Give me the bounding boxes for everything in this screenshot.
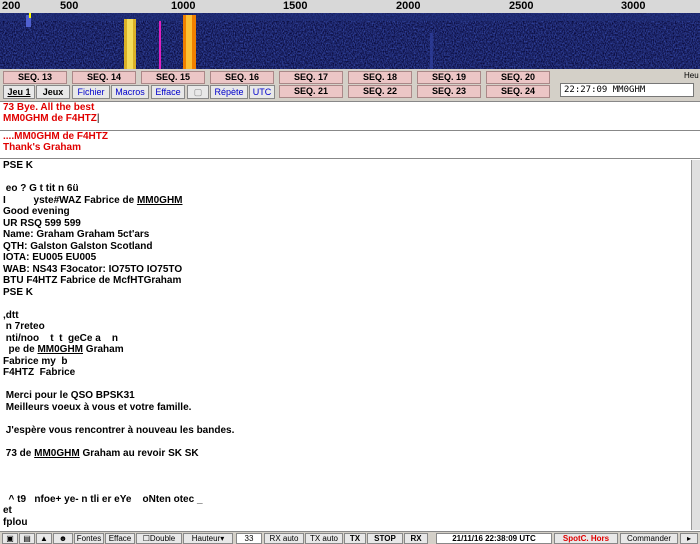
rx-line: Fabrice my b <box>3 355 68 367</box>
commander-button[interactable]: Commander <box>620 533 678 544</box>
tx-text-area[interactable]: 73 Bye. All the best MM0GHM de F4HTZ| <box>0 101 700 131</box>
repete-button[interactable]: Répète <box>210 85 248 99</box>
macro-line: ....MM0GHM de F4HTZ <box>3 131 108 142</box>
ruler-tick: 1000 <box>171 0 196 12</box>
stop-button[interactable]: STOP <box>367 533 403 544</box>
ruler-tick: 500 <box>60 0 79 12</box>
rx-line: ^ t9 nfoe+ ye- n tli er eYe oNten otec _ <box>3 493 203 505</box>
seq-19-button[interactable]: SEQ. 19 <box>417 71 481 84</box>
rx-line: Merci pour le QSO BPSK31 <box>3 390 135 401</box>
double-checkbox[interactable]: ☐Double <box>136 533 182 544</box>
rx-line <box>0 172 692 184</box>
seq-15-button[interactable]: SEQ. 15 <box>141 71 205 84</box>
ruler-tick: 1500 <box>283 0 308 12</box>
ruler-tick: 3000 <box>621 0 646 12</box>
rx-line: n 7reteo <box>3 321 45 332</box>
seq-24-button[interactable]: SEQ. 24 <box>486 85 550 98</box>
rx-line: BTU F4HTZ Fabrice de McfHTGraham <box>3 275 182 286</box>
rx-line <box>0 413 692 425</box>
tx-button[interactable]: TX <box>344 533 366 544</box>
utc-datetime: 21/11/16 22:38:09 UTC <box>436 533 552 544</box>
macros-button[interactable]: Macros <box>111 85 149 99</box>
rx-line: PSE K <box>3 286 34 298</box>
rx-line: J'espère vous rencontrer à nouveau les b… <box>3 424 235 436</box>
rx-auto-button[interactable]: RX auto <box>264 533 304 544</box>
hauteur-select[interactable]: Hauteur▾ <box>183 533 233 544</box>
macro-line: Thank's Graham <box>3 142 81 153</box>
signal-trace <box>186 15 192 69</box>
macro-preview-area[interactable]: ....MM0GHM de F4HTZ Thank's Graham <box>0 131 700 159</box>
rx-line: IOTA: EU005 EU005 <box>3 252 97 263</box>
ruler-tick: 200 <box>2 0 21 12</box>
rx-line: Good evening <box>3 206 70 217</box>
heure-label: Heu <box>684 71 699 80</box>
ruler-tick: 2500 <box>509 0 534 12</box>
rx-line <box>0 298 692 310</box>
rx-line: pe de MM0GHM Graham <box>3 344 124 355</box>
rx-line: WAB: NS43 F3ocator: IO75TO IO75TO <box>3 263 183 275</box>
rx-line <box>0 471 692 483</box>
arrow-right-icon[interactable]: ▸ <box>680 533 698 544</box>
rx-cursor <box>159 21 161 69</box>
rx-line: eo ? G t tit n 6ü <box>3 183 79 194</box>
rx-line: 73 de MM0GHM Graham au revoir SK SK <box>3 447 199 459</box>
signal-trace <box>127 19 133 69</box>
bottom-toolbar: ▣ ▤ ▲ ☻ Fontes Efface ☐Double Hauteur▾ 3… <box>0 531 700 544</box>
efface-button[interactable]: Efface <box>151 85 185 99</box>
callsign-link[interactable]: MM0GHM <box>34 448 80 459</box>
lock-icon[interactable]: ▲ <box>36 533 52 544</box>
spotc-hors-indicator[interactable]: SpotC. Hors <box>554 533 618 544</box>
rx-text-area[interactable]: PSE K eo ? G t tit n 6ü I yste#WAZ Fabric… <box>0 160 692 530</box>
seq-18-button[interactable]: SEQ. 18 <box>348 71 412 84</box>
seq-23-button[interactable]: SEQ. 23 <box>417 85 481 98</box>
seq-20-button[interactable]: SEQ. 20 <box>486 71 550 84</box>
seq-17-button[interactable]: SEQ. 17 <box>279 71 343 84</box>
rx-line: fplou <box>3 516 28 528</box>
seq-21-button[interactable]: SEQ. 21 <box>279 85 343 98</box>
rx-line <box>0 436 692 448</box>
tx-line: 73 Bye. All the best <box>3 102 95 113</box>
rx-line: UR RSQ 599 599 <box>3 217 81 229</box>
callsign-link[interactable]: MM0GHM <box>137 195 183 206</box>
tx-line: MM0GHM de F4HTZ| <box>3 113 100 124</box>
rx-line: Name: Graham Graham 5ct'ars <box>3 229 150 240</box>
rx-scrollbar[interactable] <box>691 160 700 530</box>
fontes-button[interactable]: Fontes <box>74 533 104 544</box>
rx-line: nti/noo t t geCe a n <box>3 332 118 344</box>
blank-icon[interactable]: ▢ <box>187 85 209 99</box>
clock-display: 22:27:09 MM0GHM <box>560 83 694 97</box>
ruler-tick: 2000 <box>396 0 421 12</box>
rx-line: PSE K <box>3 160 34 171</box>
frequency-ruler[interactable]: 200 500 1000 1500 2000 2500 3000 <box>0 0 700 14</box>
print-icon[interactable]: ▤ <box>19 533 35 544</box>
rx-line: I yste#WAZ Fabrice de MM0GHM <box>3 194 183 206</box>
value-field[interactable]: 33 <box>236 533 262 544</box>
rx-line <box>0 379 692 391</box>
tx-auto-button[interactable]: TX auto <box>305 533 343 544</box>
save-icon[interactable]: ▣ <box>2 533 18 544</box>
jeux-button[interactable]: Jeux <box>36 85 70 99</box>
signal-trace <box>29 13 31 18</box>
seq-22-button[interactable]: SEQ. 22 <box>348 85 412 98</box>
rx-line: ,dtt <box>3 309 19 321</box>
rx-line: QTH: Galston Galston Scotland <box>3 240 153 252</box>
rx-line: F4HTZ Fabrice <box>3 367 76 378</box>
rx-line <box>0 459 692 471</box>
rx-line: Meilleurs voeux à vous et votre famille. <box>3 401 192 413</box>
efface-bottom-button[interactable]: Efface <box>105 533 135 544</box>
rx-line <box>0 482 692 494</box>
fichier-button[interactable]: Fichier <box>72 85 110 99</box>
user-icon[interactable]: ☻ <box>53 533 73 544</box>
callsign-link[interactable]: MM0GHM <box>37 344 83 355</box>
jeu1-button[interactable]: Jeu 1 <box>3 85 35 99</box>
signal-trace <box>430 33 433 69</box>
waterfall-display[interactable] <box>0 13 700 69</box>
utc-button[interactable]: UTC <box>249 85 275 99</box>
rx-line: et <box>3 505 12 516</box>
seq-14-button[interactable]: SEQ. 14 <box>72 71 136 84</box>
rx-button[interactable]: RX <box>404 533 428 544</box>
seq-13-button[interactable]: SEQ. 13 <box>3 71 67 84</box>
seq-16-button[interactable]: SEQ. 16 <box>210 71 274 84</box>
